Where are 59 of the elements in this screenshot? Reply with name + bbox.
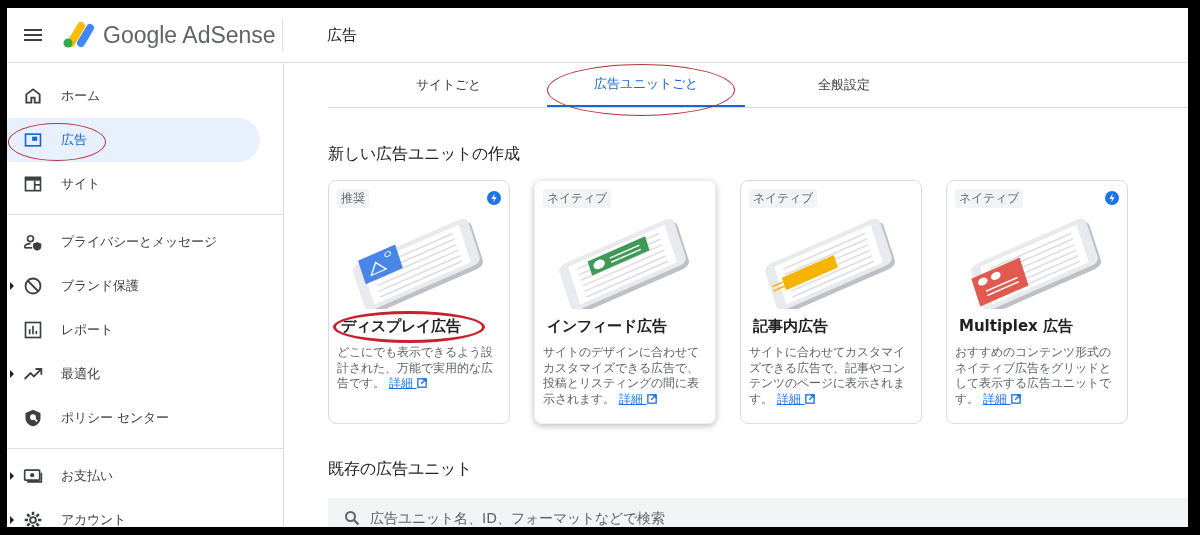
card-title: 記事内広告 — [753, 317, 829, 336]
details-link[interactable]: 詳細 — [618, 391, 657, 406]
card-description: サイトに合わせてカスタマイズできる広告で、記事やコンテンツのページに表示されます。 詳細 — [749, 345, 906, 407]
card-title: Multiplex 広告 — [959, 317, 1074, 336]
caret-icon[interactable] — [10, 472, 14, 480]
block-icon — [23, 276, 43, 296]
pay-icon — [23, 466, 43, 486]
section-title: 既存の広告ユニット — [328, 459, 473, 480]
card-badge: 推奨 — [337, 188, 369, 208]
ads-icon — [23, 130, 43, 150]
sidebar-item[interactable]: ブランド保護 — [7, 264, 260, 308]
sidebar-item[interactable]: 広告 — [7, 118, 260, 162]
section-title: 新しい広告ユニットの作成 — [328, 144, 521, 165]
external-link-icon — [416, 378, 427, 388]
brand-name: Google AdSense — [103, 21, 276, 49]
caret-icon[interactable] — [10, 282, 14, 290]
home-icon — [23, 86, 43, 106]
ad-type-card[interactable]: 推奨 ディスプレイ広告 どこにでも表示できるよう設計された、万能で実用的な広告です。 詳細 — [328, 180, 510, 424]
search-input[interactable]: 広告ユニット名、ID、フォーマットなどで検索 — [368, 509, 1188, 527]
menu-icon[interactable] — [24, 29, 42, 41]
card-title: ディスプレイ広告 — [341, 317, 462, 336]
caret-icon[interactable] — [10, 370, 14, 378]
sidebar-item[interactable]: アカウント — [7, 498, 260, 527]
tab[interactable]: サイトごと — [349, 63, 547, 107]
policy-icon — [23, 408, 43, 428]
report-icon — [23, 320, 43, 340]
card-badge: ネイティブ — [543, 188, 611, 208]
sidebar-item[interactable]: プライバシーとメッセージ — [7, 220, 260, 264]
search-field[interactable]: 広告ユニット名、ID、フォーマットなどで検索 — [328, 498, 1188, 527]
caret-icon[interactable] — [10, 516, 14, 524]
external-link-icon — [804, 393, 815, 404]
external-link-icon — [1010, 393, 1021, 404]
search-icon — [344, 510, 360, 526]
ad-type-card[interactable]: ネイティブ インフィード広告 サイトのデザインに合わせてカスタマイズできる広告で、投稿とリスティングの間に表示されます。 詳細 — [534, 180, 716, 424]
ad-type-card[interactable]: ネイティブ 記事内広告 サイトに合わせてカスタマイズできる広告で、記事やコンテンツのページに表示されます。 詳細 — [740, 180, 922, 424]
sidebar-item[interactable]: ポリシー センター — [7, 396, 260, 440]
privacy-icon — [23, 232, 43, 252]
gear-icon — [23, 510, 43, 527]
card-badge: ネイティブ — [955, 188, 1023, 208]
sidebar-item[interactable]: ホーム — [7, 74, 260, 118]
details-link[interactable]: 詳細 — [388, 376, 427, 390]
tab[interactable]: 全般設定 — [745, 63, 943, 107]
page-title: 広告 — [327, 25, 357, 45]
details-link[interactable]: 詳細 — [776, 391, 815, 406]
external-link-icon — [646, 393, 657, 404]
site-icon — [23, 174, 43, 194]
sidebar-item[interactable]: お支払い — [7, 454, 260, 498]
card-description: サイトのデザインに合わせてカスタマイズできる広告で、投稿とリスティングの間に表示されます。 詳細 — [543, 345, 700, 407]
card-badge: ネイティブ — [749, 188, 817, 208]
logo-icon — [61, 21, 95, 49]
card-description: どこにでも表示できるよう設計された、万能で実用的な広告です。 詳細 — [337, 345, 494, 392]
details-link[interactable]: 詳細 — [982, 391, 1021, 406]
tab[interactable]: 広告ユニットごと — [547, 63, 745, 107]
ad-type-card[interactable]: ネイティブ Multiplex 広告 おすすめのコンテンツ形式のネイティブ広告をグリッドとして表示する広告ユニットです。 詳細 — [946, 180, 1128, 424]
card-description: おすすめのコンテンツ形式のネイティブ広告をグリッドとして表示する広告ユニットです。 詳細 — [955, 345, 1112, 407]
sidebar-item[interactable]: レポート — [7, 308, 260, 352]
sidebar-item[interactable]: サイト — [7, 162, 260, 206]
sidebar-item[interactable]: 最適化 — [7, 352, 260, 396]
card-title: インフィード広告 — [547, 317, 668, 336]
